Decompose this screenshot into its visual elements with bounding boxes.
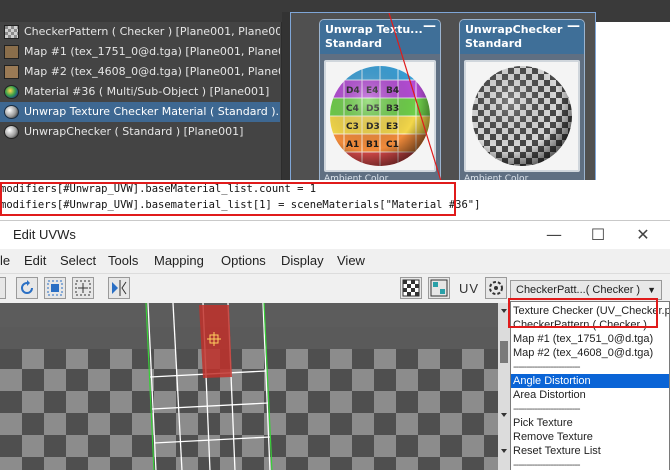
material-item-label: CheckerPattern ( Checker ) [Plane001, Pl… <box>24 25 280 38</box>
side-panel-edge <box>498 303 510 470</box>
dropdown-separator: ------------------------- <box>513 361 581 373</box>
dropdown-item-map2[interactable]: Map #2 (tex_4608_0@d.tga) <box>511 346 669 360</box>
scale-glyph <box>47 280 63 296</box>
freeform-icon[interactable] <box>72 277 94 299</box>
minimize-icon[interactable]: — <box>544 225 564 245</box>
dropdown-separator: ------------------------- <box>513 403 581 415</box>
menu-mapping[interactable]: Mapping <box>154 253 204 268</box>
material-item-label: Material #36 ( Multi/Sub-Object ) [Plane… <box>24 85 270 98</box>
texture-select[interactable]: CheckerPatt...( Checker ) ▼ <box>510 280 662 300</box>
menu-display[interactable]: Display <box>281 253 324 268</box>
multi-material-icon <box>4 85 19 99</box>
move-icon[interactable] <box>0 277 6 299</box>
slate-node-view[interactable]: Unwrap Textu... Standard — Ambient Color… <box>290 12 596 185</box>
material-item-label: Unwrap Texture Checker Material ( Standa… <box>24 105 280 118</box>
menu-tools[interactable]: Tools <box>108 253 138 268</box>
scale-icon[interactable] <box>44 277 66 299</box>
material-item-unwrap-texture-checker[interactable]: Unwrap Texture Checker Material ( Standa… <box>0 102 280 122</box>
panel-handle[interactable] <box>500 341 508 363</box>
menu-select[interactable]: Select <box>60 253 96 268</box>
uv-editor-viewport[interactable] <box>0 303 498 470</box>
dropdown-item-reset-texture-list[interactable]: Reset Texture List <box>511 444 669 458</box>
dropdown-item-pick-texture[interactable]: Pick Texture <box>511 416 669 430</box>
selected-uv-face[interactable] <box>199 305 232 378</box>
chevron-down-icon: ▼ <box>647 285 656 295</box>
mirror-glyph <box>112 280 127 296</box>
dropdown-item-map1[interactable]: Map #1 (tex_1751_0@d.tga) <box>511 332 669 346</box>
freeform-glyph <box>75 280 91 296</box>
collapse-arrow-icon[interactable] <box>501 449 507 453</box>
menu-options[interactable]: Options <box>221 253 266 268</box>
material-item-label: UnwrapChecker ( Standard ) [Plane001] <box>24 125 244 138</box>
uv-checker-background <box>0 303 498 470</box>
maximize-icon[interactable]: ☐ <box>588 225 608 245</box>
bitmap-icon <box>4 65 19 79</box>
material-item-label: Map #2 (tex_4608_0@d.tga) [Plane001, Pla… <box>24 65 280 78</box>
edit-uvws-window[interactable]: Edit UVWs — ☐ ✕ le Edit Select Tools Map… <box>0 220 670 470</box>
options-gear-icon[interactable] <box>485 277 507 299</box>
dropdown-separator: ------------------------- <box>513 459 581 470</box>
dropdown-item-area-distortion[interactable]: Area Distortion <box>511 388 669 402</box>
menu-edit[interactable]: Edit <box>24 253 46 268</box>
close-icon[interactable]: ✕ <box>633 225 653 245</box>
material-item-map1[interactable]: Map #1 (tex_1751_0@d.tga) [Plane001, Pla… <box>0 42 280 62</box>
annotation-box <box>0 182 456 216</box>
rotate-icon[interactable] <box>16 277 38 299</box>
rotate-glyph <box>21 280 33 294</box>
collapse-arrow-icon[interactable] <box>501 413 507 417</box>
material-item-unwrapchecker[interactable]: UnwrapChecker ( Standard ) [Plane001] <box>0 122 280 142</box>
standard-material-icon <box>4 125 19 139</box>
material-item-checkerpattern[interactable]: CheckerPattern ( Checker ) [Plane001, Pl… <box>0 22 280 42</box>
menu-bar: le Edit Select Tools Mapping Options Dis… <box>0 249 670 273</box>
texture-select-value: CheckerPatt...( Checker ) <box>516 284 641 296</box>
dropdown-item-remove-texture[interactable]: Remove Texture <box>511 430 669 444</box>
gear-glyph <box>489 281 503 295</box>
mirror-icon[interactable] <box>108 277 130 299</box>
map-glyph <box>430 279 448 297</box>
show-map-icon[interactable] <box>428 277 450 299</box>
list-scrollbar[interactable] <box>282 12 290 180</box>
screenshot-root: CheckerPattern ( Checker ) [Plane001, Pl… <box>0 0 670 470</box>
menu-file[interactable]: le <box>0 253 10 268</box>
uv-axis-label[interactable]: UV <box>459 281 479 296</box>
checker-glyph <box>402 279 420 297</box>
collapse-arrow-icon[interactable] <box>501 309 507 313</box>
checker-display-icon[interactable] <box>400 277 422 299</box>
material-item-material36[interactable]: Material #36 ( Multi/Sub-Object ) [Plane… <box>0 82 280 102</box>
window-title: Edit UVWs <box>13 227 76 242</box>
menu-view[interactable]: View <box>337 253 365 268</box>
bitmap-icon <box>4 45 19 59</box>
annotation-line <box>388 13 442 182</box>
checker-map-icon <box>4 25 19 39</box>
standard-material-icon <box>4 105 19 119</box>
material-item-map2[interactable]: Map #2 (tex_4608_0@d.tga) [Plane001, Pla… <box>0 62 280 82</box>
dropdown-item-angle-distortion[interactable]: Angle Distortion <box>511 374 669 388</box>
titlebar[interactable]: Edit UVWs — ☐ ✕ <box>0 221 670 249</box>
annotation-box <box>508 298 658 328</box>
material-list[interactable]: CheckerPattern ( Checker ) [Plane001, Pl… <box>0 22 282 180</box>
material-item-label: Map #1 (tex_1751_0@d.tga) [Plane001, Pla… <box>24 45 280 58</box>
